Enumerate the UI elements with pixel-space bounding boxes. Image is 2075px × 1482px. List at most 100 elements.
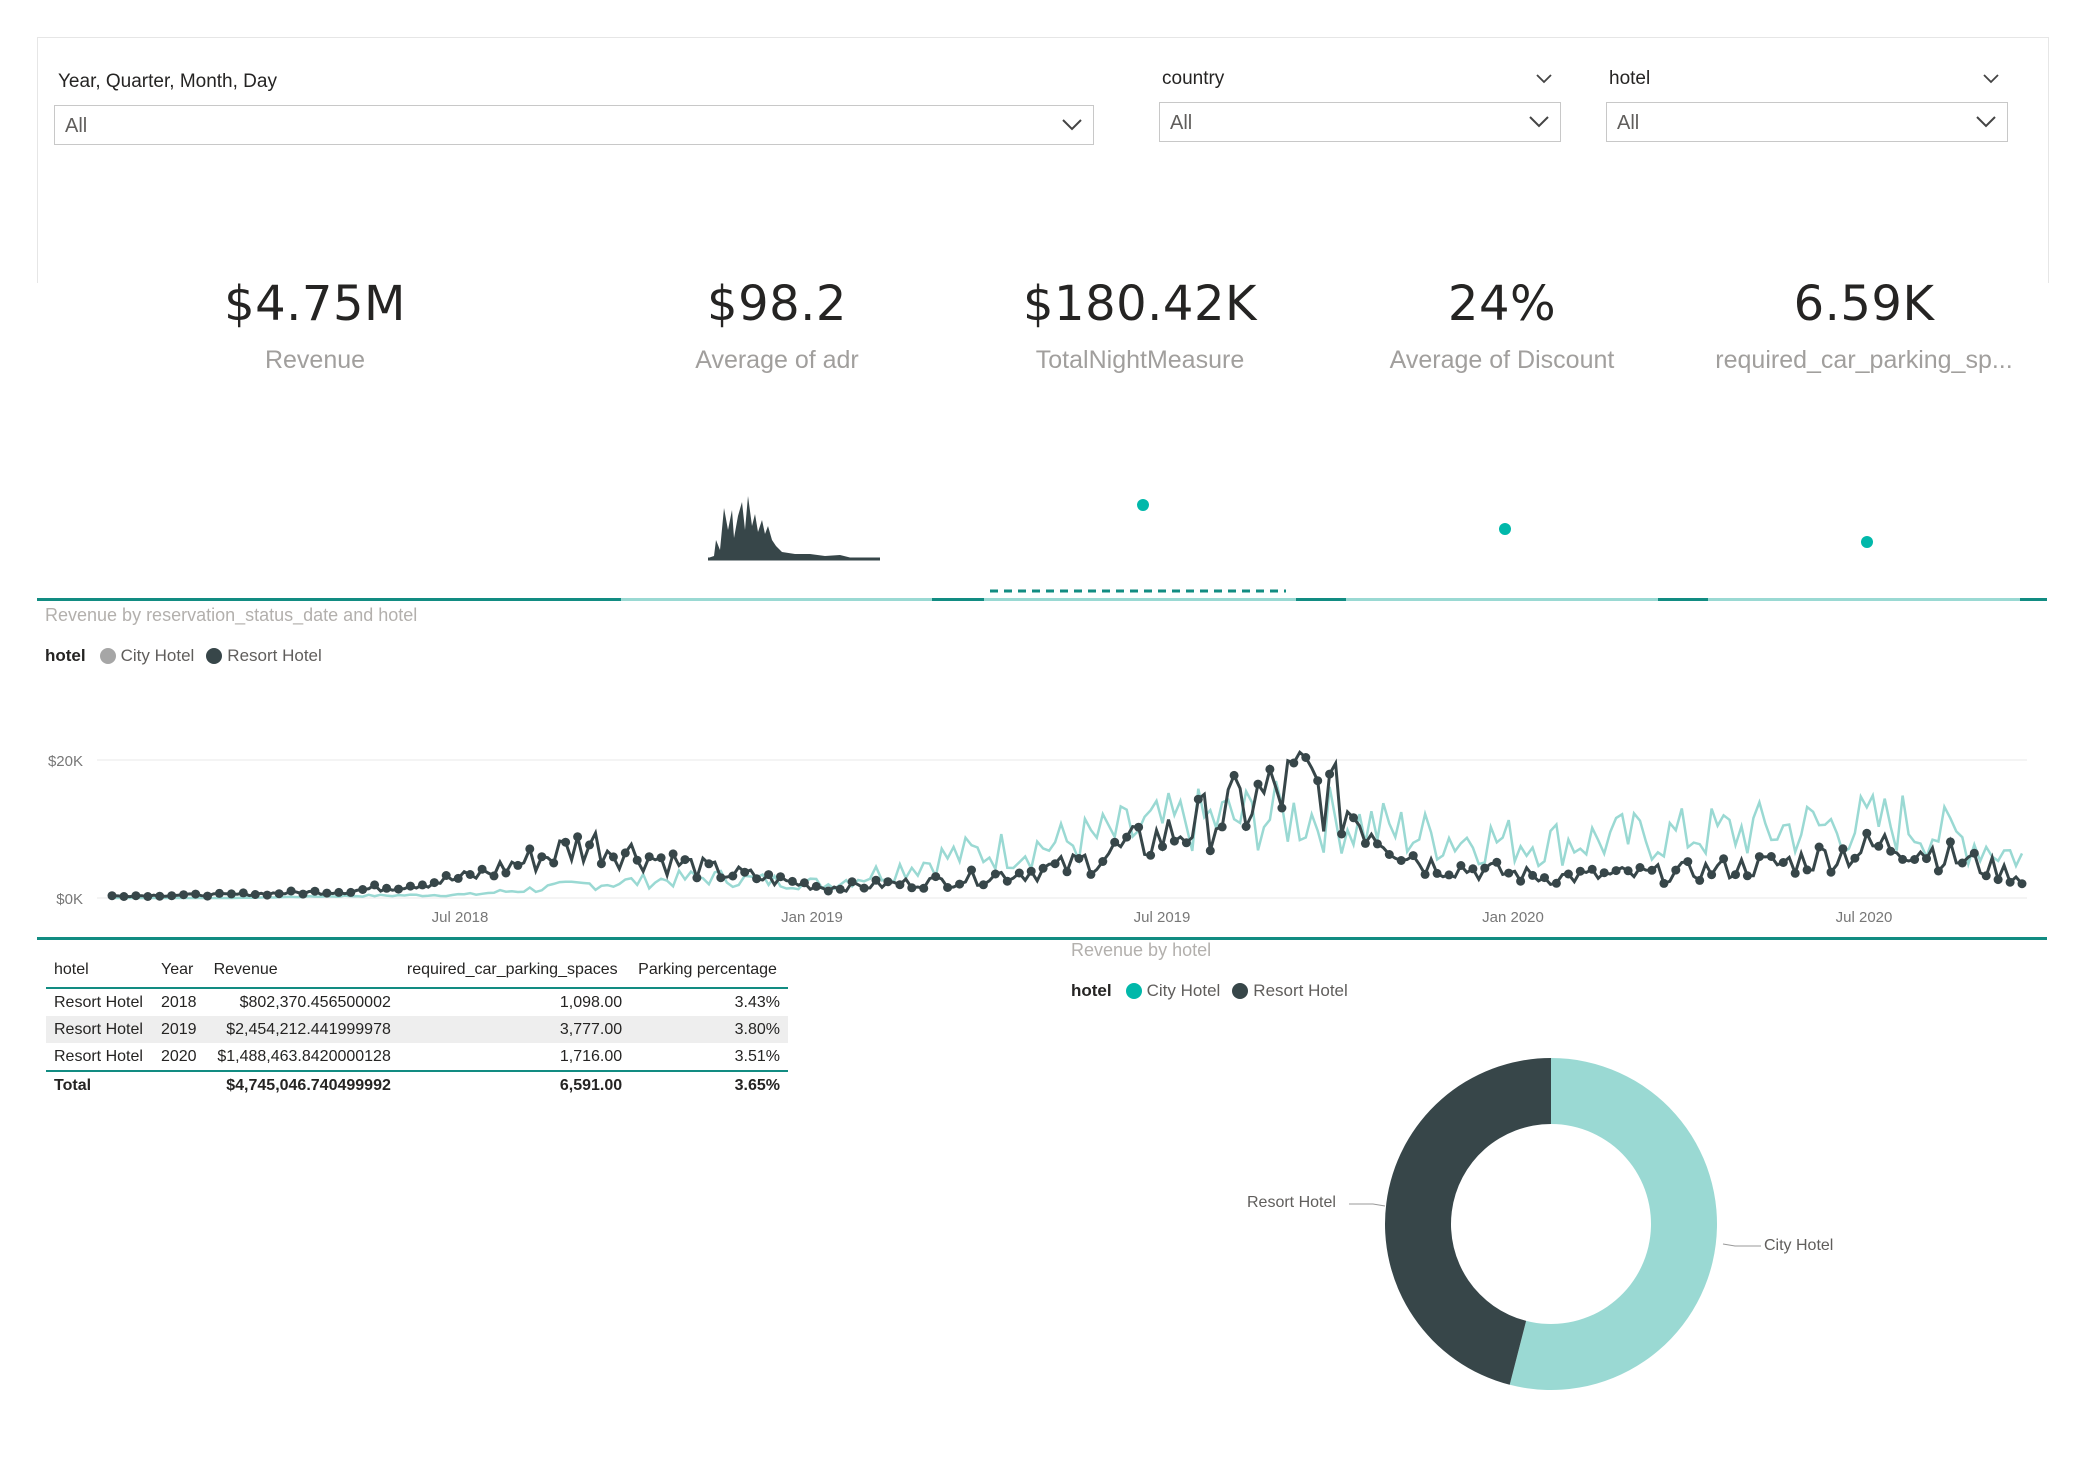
resort-hotel-point[interactable] (1372, 839, 1382, 849)
resort-hotel-point[interactable] (799, 878, 809, 888)
resort-hotel-point[interactable] (1492, 857, 1502, 867)
hotel-slicer-dropdown[interactable]: All (1606, 102, 2008, 142)
resort-hotel-point[interactable] (620, 848, 630, 858)
resort-hotel-point[interactable] (847, 877, 857, 887)
resort-hotel-point[interactable] (1862, 828, 1872, 838)
resort-hotel-point[interactable] (1480, 863, 1490, 873)
resort-hotel-point[interactable] (967, 865, 976, 875)
table-row[interactable]: Resort Hotel 2020 $1,488,463.8420000128 … (46, 1043, 788, 1072)
resort-hotel-point[interactable] (1910, 855, 1920, 864)
resort-hotel-point[interactable] (1504, 868, 1514, 878)
resort-hotel-point[interactable] (1957, 858, 1967, 868)
resort-hotel-point[interactable] (1146, 850, 1156, 860)
resort-hotel-point[interactable] (1408, 851, 1418, 861)
chevron-down-icon[interactable] (1983, 74, 1999, 84)
resort-hotel-point[interactable] (214, 888, 224, 898)
resort-hotel-point[interactable] (2005, 877, 2015, 887)
resort-hotel-point[interactable] (1731, 870, 1740, 880)
resort-hotel-point[interactable] (525, 844, 535, 854)
resort-hotel-point[interactable] (370, 880, 380, 890)
donut-chart[interactable] (1370, 1050, 1790, 1410)
resort-hotel-point[interactable] (358, 885, 368, 894)
resort-hotel-point[interactable] (1838, 844, 1848, 854)
resort-hotel-point[interactable] (585, 840, 594, 850)
resort-hotel-point[interactable] (1790, 868, 1800, 878)
resort-hotel-point[interactable] (764, 870, 774, 880)
legend-item-resort-hotel[interactable]: Resort Hotel (206, 646, 322, 666)
resort-hotel-point[interactable] (1277, 803, 1287, 813)
resort-hotel-point[interactable] (1217, 822, 1227, 832)
resort-hotel-point[interactable] (549, 858, 559, 868)
resort-hotel-point[interactable] (1253, 779, 1263, 789)
resort-hotel-point[interactable] (417, 880, 427, 890)
resort-hotel-point[interactable] (1313, 776, 1323, 786)
legend-item-city-hotel[interactable]: City Hotel (1125, 981, 1220, 1001)
resort-hotel-point[interactable] (1420, 869, 1430, 879)
resort-hotel-point[interactable] (835, 884, 845, 894)
table-row[interactable]: Resort Hotel 2018 $802,370.456500002 1,0… (46, 988, 788, 1016)
resort-hotel-point[interactable] (1062, 867, 1072, 877)
resort-hotel-point[interactable] (1635, 863, 1645, 872)
resort-hotel-point[interactable] (1683, 857, 1693, 867)
resort-hotel-point[interactable] (1360, 838, 1370, 848)
resort-hotel-point[interactable] (1599, 868, 1609, 878)
resort-hotel-point[interactable] (573, 832, 583, 842)
resort-hotel-point[interactable] (334, 887, 344, 897)
resort-hotel-point[interactable] (787, 876, 797, 886)
column-header-year[interactable]: Year (152, 955, 206, 989)
resort-hotel-point[interactable] (1587, 864, 1597, 874)
resort-hotel-point[interactable] (1050, 859, 1060, 869)
resort-hotel-point[interactable] (561, 837, 571, 847)
resort-hotel-point[interactable] (322, 888, 332, 898)
resort-hotel-point[interactable] (1707, 870, 1717, 880)
resort-hotel-point[interactable] (250, 890, 260, 899)
country-slicer-dropdown[interactable]: All (1159, 102, 1561, 142)
resort-hotel-point[interactable] (489, 871, 499, 881)
resort-hotel-point[interactable] (1181, 838, 1191, 848)
column-header-hotel[interactable]: hotel (46, 955, 153, 989)
resort-hotel-point[interactable] (1289, 758, 1299, 768)
resort-hotel-point[interactable] (405, 881, 415, 891)
resort-hotel-point[interactable] (811, 881, 821, 891)
resort-hotel-point[interactable] (1981, 871, 1991, 881)
resort-hotel-point[interactable] (1766, 852, 1776, 861)
column-header-revenue[interactable]: Revenue (205, 955, 399, 989)
resort-hotel-point[interactable] (286, 886, 296, 896)
resort-hotel-point[interactable] (1695, 875, 1705, 885)
resort-hotel-point[interactable] (1898, 854, 1908, 864)
resort-hotel-point[interactable] (1158, 842, 1167, 852)
resort-hotel-point[interactable] (883, 877, 893, 887)
resort-hotel-point[interactable] (131, 891, 141, 901)
line-chart[interactable]: $20K $0K Jul 2018 Jan 2019 Jul 2019 Jan … (37, 700, 2047, 930)
resort-hotel-point[interactable] (262, 890, 272, 900)
resort-hotel-point[interactable] (107, 891, 117, 901)
resort-hotel-point[interactable] (596, 859, 606, 869)
resort-hotel-point[interactable] (1993, 875, 2003, 885)
resort-hotel-point[interactable] (1325, 769, 1335, 779)
column-header-parking-spaces[interactable]: required_car_parking_spaces (398, 955, 631, 989)
resort-hotel-point[interactable] (1778, 858, 1788, 867)
resort-hotel-point[interactable] (1945, 837, 1955, 847)
resort-hotel-point[interactable] (632, 855, 642, 865)
resort-hotel-point[interactable] (1038, 863, 1048, 873)
resort-hotel-point[interactable] (513, 860, 523, 870)
resort-hotel-point[interactable] (823, 886, 833, 896)
resort-hotel-point[interactable] (238, 888, 248, 898)
resort-hotel-point[interactable] (1110, 837, 1120, 847)
resort-hotel-point[interactable] (871, 875, 881, 885)
legend-item-city-hotel[interactable]: City Hotel (99, 646, 194, 666)
resort-hotel-point[interactable] (1193, 794, 1203, 804)
resort-hotel-point[interactable] (1432, 868, 1442, 878)
resort-hotel-point[interactable] (1002, 876, 1012, 886)
resort-hotel-point[interactable] (1563, 869, 1573, 879)
resort-hotel-point[interactable] (608, 852, 618, 862)
resort-hotel-point[interactable] (1396, 856, 1406, 865)
resort-hotel-point[interactable] (119, 892, 129, 901)
resort-hotel-point[interactable] (716, 873, 726, 883)
resort-hotel-point[interactable] (441, 871, 451, 880)
resort-hotel-point[interactable] (1026, 866, 1036, 876)
resort-hotel-point[interactable] (1719, 854, 1729, 864)
resort-hotel-point[interactable] (537, 852, 547, 862)
resort-hotel-point[interactable] (394, 884, 403, 894)
resort-hotel-point[interactable] (1886, 846, 1896, 856)
